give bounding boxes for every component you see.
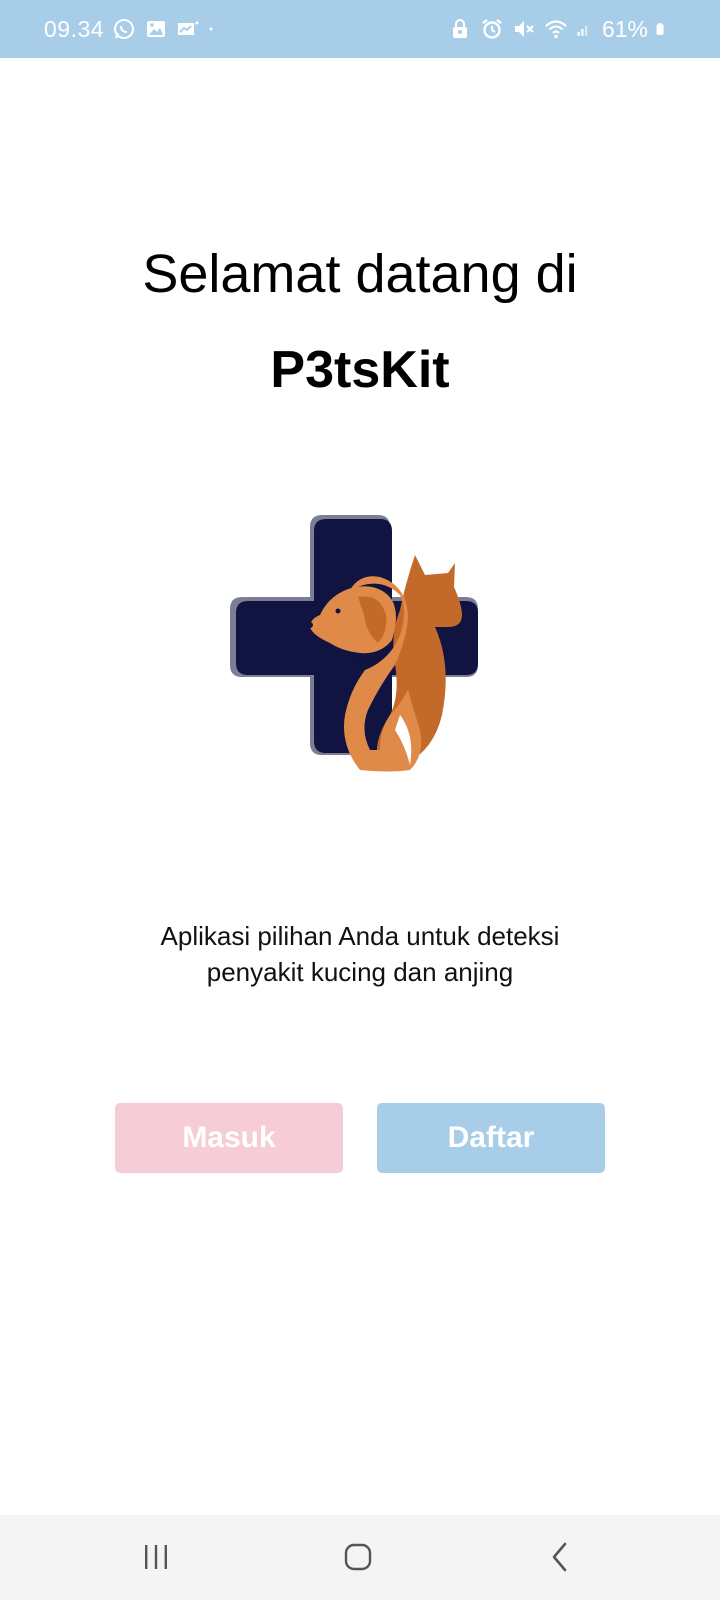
mute-icon [514,21,534,37]
status-bar: 09.34 61% [0,0,720,58]
signal-icon [577,26,588,36]
app-tagline: Aplikasi pilihan Anda untuk deteksi peny… [0,918,720,990]
pet-care-cross-logo [230,515,478,772]
dot-icon [209,27,213,31]
login-button[interactable]: Masuk [115,1103,343,1173]
status-time: 09.34 [44,15,105,42]
register-button[interactable]: Daftar [377,1103,605,1173]
back-button[interactable] [530,1532,590,1582]
recent-apps-icon [145,1545,167,1569]
status-left: 09.34 [44,0,220,58]
status-right: 61% [448,0,670,58]
app-notification-icon [178,21,199,35]
battery-percent: 61% [601,15,648,42]
home-button[interactable] [328,1532,388,1582]
recent-apps-button[interactable] [126,1532,186,1582]
alarm-icon [482,19,502,39]
whatsapp-icon [114,19,135,39]
lock-icon [452,19,467,38]
system-nav-bar [0,1515,720,1600]
wifi-icon [545,20,567,39]
gallery-icon [147,21,166,37]
back-icon [552,1542,567,1572]
welcome-heading: Selamat datang di [142,244,578,304]
home-icon [344,1543,372,1571]
tagline-line-1: Aplikasi pilihan Anda untuk deteksi [160,921,560,951]
battery-icon [656,23,664,35]
tagline-line-2: penyakit kucing dan anjing [206,957,514,987]
app-name-heading: P3tsKit [270,341,450,399]
